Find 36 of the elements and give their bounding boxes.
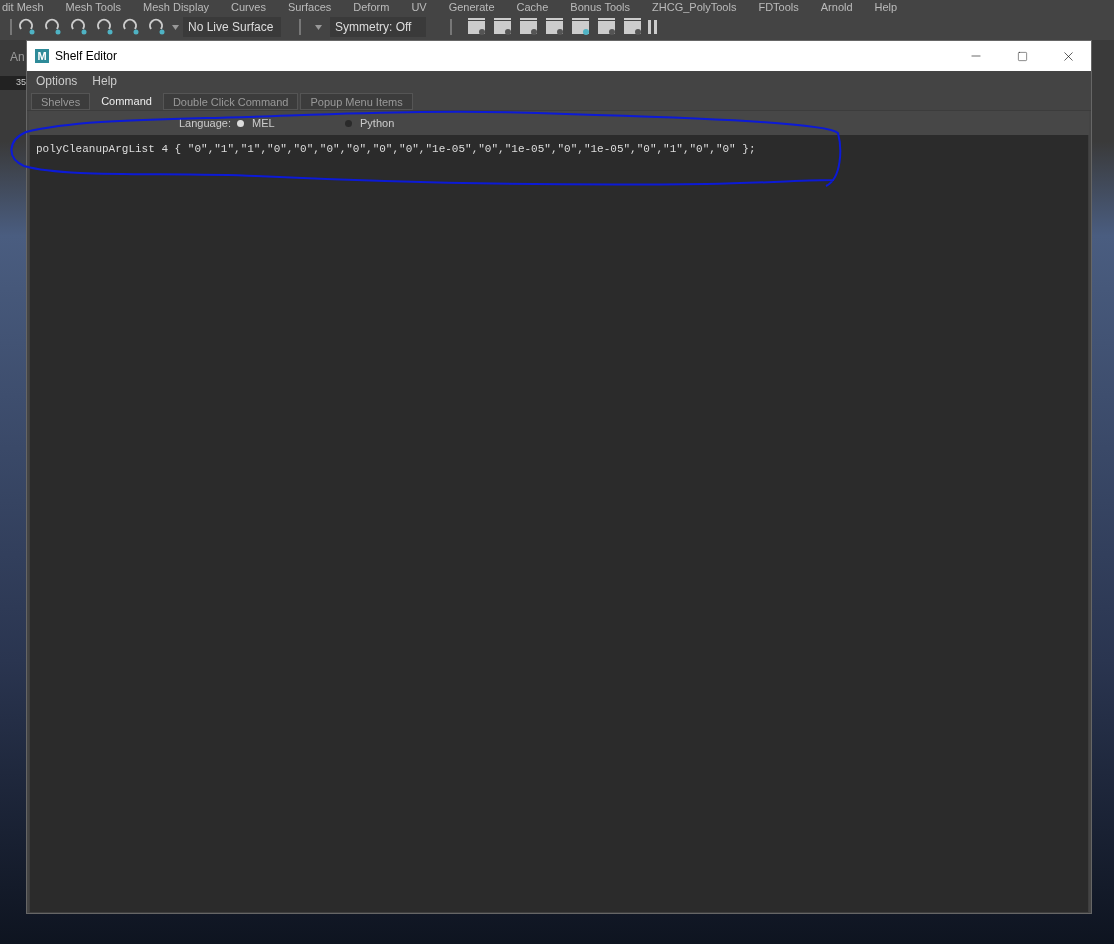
menu-item[interactable]: Options bbox=[36, 72, 78, 90]
radio-button[interactable] bbox=[345, 119, 352, 127]
caret-icon[interactable] bbox=[315, 24, 322, 30]
language-label: Language: bbox=[179, 115, 231, 131]
menu-item[interactable]: Cache bbox=[516, 1, 549, 13]
menu-item[interactable]: dit Mesh bbox=[2, 1, 44, 13]
menu-item[interactable]: Arnold bbox=[820, 1, 853, 13]
menu-item[interactable]: Deform bbox=[353, 1, 390, 13]
radio-label[interactable]: Python bbox=[360, 114, 395, 132]
symmetry-field[interactable]: Symmetry: Off bbox=[330, 17, 426, 37]
code-editor[interactable]: polyCleanupArgList 4 { "0","1","1","0","0","0","0","0","0","1e-05","0","1e-05","0","1e-05","0","1","0","0" }; bbox=[30, 135, 1088, 912]
menu-item[interactable]: ZHCG_PolyTools bbox=[652, 1, 737, 13]
app-logo: M bbox=[35, 49, 49, 63]
menu-item[interactable]: Generate bbox=[448, 1, 495, 13]
menu-item[interactable]: Bonus Tools bbox=[570, 1, 631, 13]
menu-item[interactable]: FDTools bbox=[758, 1, 799, 13]
maximize-icon bbox=[1016, 50, 1028, 62]
tab[interactable]: Shelves bbox=[31, 93, 91, 110]
shelf-count: 35 bbox=[0, 76, 26, 90]
live-surface-field[interactable]: No Live Surface bbox=[183, 17, 281, 37]
menu-item[interactable]: Surfaces bbox=[287, 1, 332, 13]
menu-item[interactable]: Help bbox=[92, 72, 118, 90]
menu-item[interactable]: Mesh Tools bbox=[65, 1, 121, 13]
caret-icon[interactable] bbox=[172, 24, 179, 30]
side-tab[interactable]: An bbox=[0, 48, 26, 66]
command-text: polyCleanupArgList 4 { "0","1","1","0","0","0","0","0","0","1e-05","0","1e-05","0","1e-05","0","1","0","0" }; bbox=[36, 142, 757, 157]
tab[interactable]: Popup Menu Items bbox=[300, 93, 413, 110]
radio-button[interactable] bbox=[237, 119, 244, 127]
menu-item[interactable]: Mesh Display bbox=[143, 1, 210, 13]
tab[interactable]: Double Click Command bbox=[162, 93, 299, 110]
menu-item[interactable]: UV bbox=[411, 1, 427, 13]
window-title: Shelf Editor bbox=[55, 48, 118, 65]
menu-item[interactable]: Curves bbox=[231, 1, 266, 13]
pause-icon[interactable] bbox=[648, 20, 658, 34]
menu-item[interactable]: Help bbox=[874, 1, 898, 13]
radio-label[interactable]: MEL bbox=[252, 114, 275, 132]
